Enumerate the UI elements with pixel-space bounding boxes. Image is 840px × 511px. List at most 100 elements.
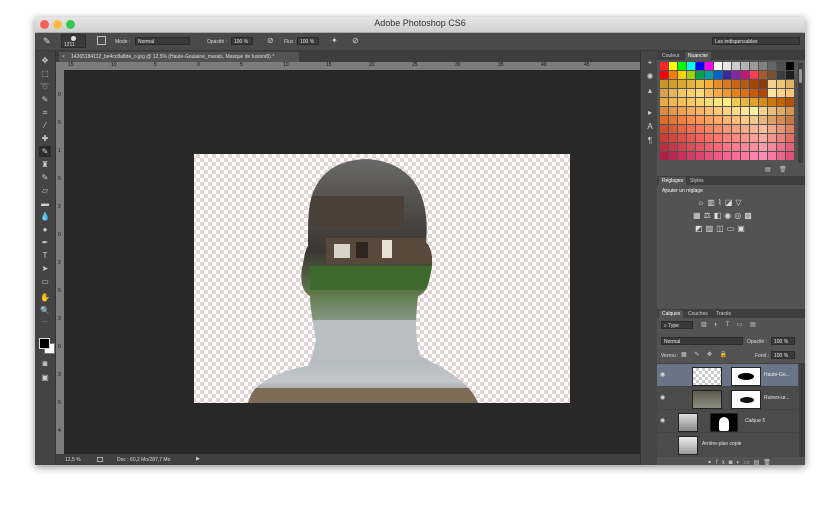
layer-opacity-field[interactable]: 100 %: [771, 337, 795, 345]
color-swatch[interactable]: [723, 152, 731, 160]
color-swatch[interactable]: [759, 62, 767, 70]
doc-profile-icon[interactable]: [97, 457, 103, 462]
color-swatch[interactable]: [669, 89, 677, 97]
color-swatch[interactable]: [669, 134, 677, 142]
color-swatch[interactable]: [687, 134, 695, 142]
color-swatch[interactable]: [768, 107, 776, 115]
color-swatch[interactable]: [768, 98, 776, 106]
color-swatch[interactable]: [786, 89, 794, 97]
color-swatch[interactable]: [669, 107, 677, 115]
color-swatch[interactable]: [732, 71, 740, 79]
color-swatch[interactable]: [696, 80, 704, 88]
color-swatch[interactable]: [705, 62, 713, 70]
brightness-icon[interactable]: ☼: [697, 198, 707, 207]
layer-filter-icons[interactable]: ▨ ◐ T ▭ ▤: [701, 321, 759, 328]
color-swatch[interactable]: [705, 116, 713, 124]
color-swatch[interactable]: [777, 98, 785, 106]
color-swatch[interactable]: [777, 134, 785, 142]
adjustment-icons-row-1[interactable]: ☼▥⌇◪▽: [697, 198, 745, 207]
color-swatch[interactable]: [768, 116, 776, 124]
type-tool-icon[interactable]: T: [39, 250, 51, 261]
tab-layers[interactable]: Calques: [659, 310, 684, 318]
brush-panel-toggle-icon[interactable]: [97, 36, 106, 45]
screen-mode-icon[interactable]: ▣: [39, 372, 51, 383]
actions-panel-icon[interactable]: ▸: [644, 107, 656, 118]
canvas-area[interactable]: [64, 70, 656, 454]
color-swatch[interactable]: [678, 89, 686, 97]
blur-tool-icon[interactable]: 💧: [39, 211, 51, 222]
color-swatch[interactable]: [777, 89, 785, 97]
color-swatch[interactable]: [750, 98, 758, 106]
eraser-tool-icon[interactable]: ▱: [39, 185, 51, 196]
layer-row[interactable]: ◉ Haute-Go...: [657, 363, 798, 387]
color-balance-icon[interactable]: ⚖: [704, 211, 714, 220]
color-swatch[interactable]: [696, 89, 704, 97]
layers-scrollbar[interactable]: [799, 363, 805, 457]
color-swatch[interactable]: [741, 62, 749, 70]
color-swatch[interactable]: [660, 116, 668, 124]
color-swatch[interactable]: [750, 125, 758, 133]
crop-tool-icon[interactable]: ⌗: [39, 107, 51, 118]
color-swatch[interactable]: [732, 107, 740, 115]
color-swatch[interactable]: [660, 134, 668, 142]
color-swatch[interactable]: [696, 143, 704, 151]
color-swatch[interactable]: [759, 116, 767, 124]
color-swatch[interactable]: [732, 152, 740, 160]
color-swatch[interactable]: [732, 143, 740, 151]
color-swatch[interactable]: [741, 143, 749, 151]
flow-field[interactable]: 100 %: [297, 37, 319, 45]
color-swatch[interactable]: [732, 116, 740, 124]
color-swatch[interactable]: [750, 71, 758, 79]
color-swatch[interactable]: [678, 62, 686, 70]
color-swatch[interactable]: [741, 116, 749, 124]
info-panel-icon[interactable]: ✺: [644, 71, 656, 82]
more-tools-icon[interactable]: ···: [39, 317, 51, 328]
color-swatch[interactable]: [705, 107, 713, 115]
mode-select[interactable]: Normal: [135, 37, 190, 45]
threshold-icon[interactable]: ◫: [716, 224, 727, 233]
color-swatch[interactable]: [705, 71, 713, 79]
color-swatch[interactable]: [714, 152, 722, 160]
swatches-grid[interactable]: [660, 62, 796, 166]
photo-filter-icon[interactable]: ◉: [724, 211, 734, 220]
color-swatch[interactable]: [750, 80, 758, 88]
layers-footer-icons[interactable]: ⚭fx◙◐▭▤🗑: [707, 459, 775, 465]
pressure-opacity-icon[interactable]: ⊘: [267, 36, 274, 45]
color-swatch[interactable]: [669, 143, 677, 151]
visibility-toggle-icon[interactable]: ▫: [660, 440, 662, 446]
hand-tool-icon[interactable]: ✋: [39, 292, 51, 303]
healing-brush-tool-icon[interactable]: ✚: [39, 133, 51, 144]
color-swatch[interactable]: [732, 134, 740, 142]
color-swatch[interactable]: [759, 107, 767, 115]
gradient-map-icon[interactable]: ▭: [727, 224, 738, 233]
color-swatch[interactable]: [660, 98, 668, 106]
color-swatch[interactable]: [723, 80, 731, 88]
color-swatch[interactable]: [777, 143, 785, 151]
color-swatch[interactable]: [786, 62, 794, 70]
paragraph-panel-icon[interactable]: ¶: [644, 135, 656, 146]
color-swatch[interactable]: [768, 152, 776, 160]
lock-icons[interactable]: ▦ ✎ ✥ 🔒: [681, 351, 730, 358]
color-swatch[interactable]: [705, 134, 713, 142]
color-swatch[interactable]: [759, 125, 767, 133]
color-swatch[interactable]: [678, 152, 686, 160]
color-swatch[interactable]: [777, 107, 785, 115]
selective-color-icon[interactable]: ▣: [737, 224, 748, 233]
color-swatch[interactable]: [759, 98, 767, 106]
color-swatch[interactable]: [786, 107, 794, 115]
document-canvas[interactable]: [64, 70, 656, 454]
color-swatch[interactable]: [777, 152, 785, 160]
color-swatch[interactable]: [759, 89, 767, 97]
color-swatch[interactable]: [687, 89, 695, 97]
color-swatch[interactable]: [705, 152, 713, 160]
color-swatch[interactable]: [669, 71, 677, 79]
color-swatch[interactable]: [714, 107, 722, 115]
color-swatch[interactable]: [714, 143, 722, 151]
quick-selection-tool-icon[interactable]: ✎: [39, 94, 51, 105]
visibility-eye-icon[interactable]: ◉: [660, 394, 665, 401]
adjustment-icons-row-2[interactable]: ▦⚖◧◉◎▩: [693, 211, 755, 220]
color-swatch[interactable]: [732, 89, 740, 97]
color-swatch[interactable]: [678, 107, 686, 115]
color-swatch[interactable]: [732, 62, 740, 70]
color-swatch[interactable]: [669, 152, 677, 160]
